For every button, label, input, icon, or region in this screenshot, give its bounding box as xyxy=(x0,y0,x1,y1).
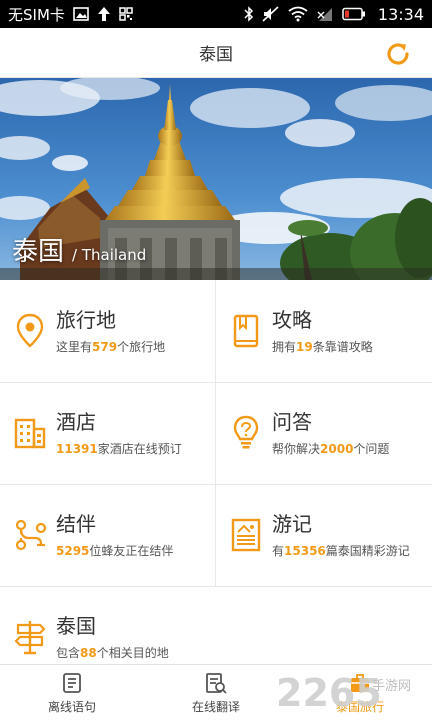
book-icon xyxy=(228,313,264,349)
grid-item-subtitle: 拥有19条靠谱攻略 xyxy=(272,340,373,354)
qr-grid-icon xyxy=(119,7,133,21)
grid-item-subtitle: 5295位蜂友正在结伴 xyxy=(56,544,174,558)
grid-item-title: 游记 xyxy=(272,512,312,536)
clock-time: 13:34 xyxy=(377,4,424,24)
grid-item-subtitle: 11391家酒店在线预订 xyxy=(56,442,182,456)
bluetooth-icon xyxy=(244,6,254,22)
lightbulb-icon xyxy=(228,415,264,451)
grid-item-subtitle: 这里有579个旅行地 xyxy=(56,340,166,354)
mute-icon xyxy=(262,6,280,22)
location-pin-icon xyxy=(12,313,48,349)
travel-note-icon xyxy=(228,517,264,553)
upload-arrow-icon xyxy=(97,6,111,22)
wifi-icon xyxy=(288,6,308,22)
tab-thailand-travel[interactable]: 泰国旅行 xyxy=(288,665,432,720)
grid-item-guides[interactable]: 攻略 拥有19条靠谱攻略 xyxy=(216,280,432,382)
hero-caption: 泰国 / Thailand xyxy=(12,231,146,268)
hero-banner[interactable]: 泰国 / Thailand xyxy=(0,78,432,280)
signal-icon xyxy=(316,6,334,22)
carrier-label: 无SIM卡 xyxy=(8,5,65,24)
grid-item-title: 旅行地 xyxy=(56,308,116,332)
grid-item-destinations[interactable]: 旅行地 这里有579个旅行地 xyxy=(0,280,216,382)
translate-doc-icon xyxy=(206,672,227,694)
grid-item-travelogues[interactable]: 游记 有15356篇泰国精彩游记 xyxy=(216,484,432,586)
grid-item-subtitle: 帮你解决2000个问题 xyxy=(272,442,390,456)
refresh-button[interactable] xyxy=(384,40,412,68)
image-notification-icon xyxy=(73,7,89,21)
travel-bag-icon xyxy=(351,673,369,692)
tab-label: 在线翻译 xyxy=(191,699,240,714)
grid-item-hotels[interactable]: 酒店 11391家酒店在线预订 xyxy=(0,382,216,484)
bottom-nav: 离线语句 在线翻译 泰国旅行 xyxy=(0,664,432,720)
grid-item-subtitle: 有15356篇泰国精彩游记 xyxy=(272,544,410,558)
grid-item-title: 攻略 xyxy=(272,308,312,332)
grid-item-title: 结伴 xyxy=(56,512,96,536)
title-bar: 泰国 xyxy=(0,28,432,78)
feature-grid: 旅行地 这里有579个旅行地 攻略 拥有19条靠谱攻略 酒店 11391家酒店在… xyxy=(0,280,432,664)
tab-label: 泰国旅行 xyxy=(335,699,384,714)
hero-country-name: 泰国 xyxy=(12,237,65,267)
battery-icon xyxy=(342,7,366,21)
grid-item-title: 问答 xyxy=(272,410,312,434)
route-icon xyxy=(12,517,48,553)
grid-item-title: 酒店 xyxy=(56,410,96,434)
grid-item-qa[interactable]: 问答 帮你解决2000个问题 xyxy=(216,382,432,484)
tab-offline-phrases[interactable]: 离线语句 xyxy=(0,665,144,720)
grid-item-companions[interactable]: 结伴 5295位蜂友正在结伴 xyxy=(0,484,216,586)
grid-item-title: 泰国 xyxy=(56,614,96,638)
tab-online-translate[interactable]: 在线翻译 xyxy=(144,665,288,720)
grid-item-subtitle: 包含88个相关目的地 xyxy=(56,646,169,660)
signpost-icon xyxy=(12,619,48,655)
hotel-building-icon xyxy=(12,415,48,451)
offline-phrase-icon xyxy=(63,672,81,693)
tab-label: 离线语句 xyxy=(47,699,96,714)
hero-country-english: / Thailand xyxy=(72,246,147,264)
status-bar: 无SIM卡 13:34 xyxy=(0,0,432,28)
refresh-icon xyxy=(387,43,409,65)
page-title: 泰国 xyxy=(199,45,233,65)
